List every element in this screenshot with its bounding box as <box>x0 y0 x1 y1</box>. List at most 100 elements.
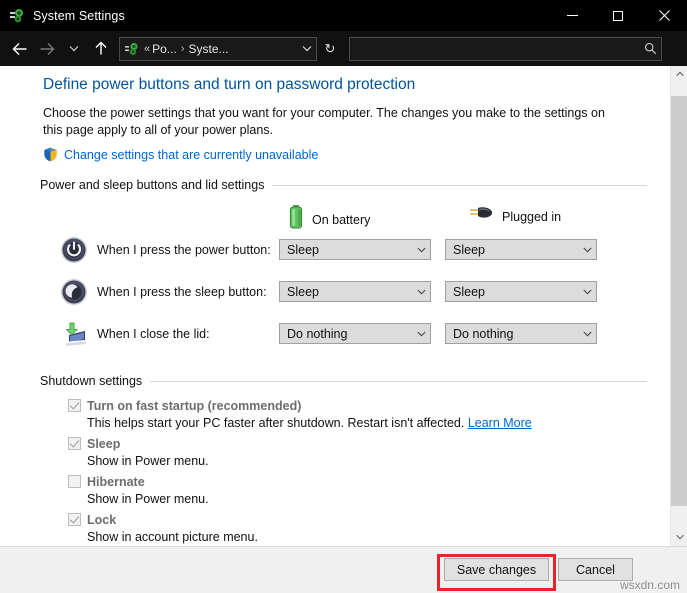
breadcrumb-separator: › <box>180 42 185 55</box>
chevron-down-icon <box>412 247 430 253</box>
setting-row-close-lid: When I close the lid: Do nothing Do noth… <box>0 316 663 358</box>
forward-arrow-icon <box>39 42 55 56</box>
setting-row-sleep-button: When I press the sleep button: Sleep Sle… <box>0 274 663 316</box>
power-button-plugged-in-value: Sleep <box>453 242 485 257</box>
sleep-description: Show in Power menu. <box>87 454 209 468</box>
power-button-icon <box>60 236 88 264</box>
minimize-button[interactable] <box>549 0 595 31</box>
uac-shield-icon <box>43 147 58 162</box>
chevron-down-icon <box>578 289 596 295</box>
content-area: Define power buttons and turn on passwor… <box>0 66 687 546</box>
setting-label-sleep-button: When I press the sleep button: <box>97 285 267 299</box>
recent-locations-button[interactable] <box>60 34 87 64</box>
chevron-down-icon <box>412 331 430 337</box>
window-title: System Settings <box>33 8 125 23</box>
chevron-down-icon <box>578 331 596 337</box>
hibernate-description: Show in Power menu. <box>87 492 209 506</box>
sleep-label: Sleep <box>87 436 121 451</box>
system-settings-icon <box>9 8 25 24</box>
hibernate-checkbox[interactable] <box>68 475 81 488</box>
system-settings-window: System Settings « Po... › Syste... ↻ Def… <box>0 0 687 593</box>
column-headers: On battery Plugged in <box>0 204 663 232</box>
power-section-heading: Power and sleep buttons and lid settings <box>40 178 647 192</box>
battery-icon <box>288 204 304 235</box>
power-plug-icon <box>468 204 494 229</box>
learn-more-link[interactable]: Learn More <box>468 416 532 430</box>
section-divider <box>150 380 647 382</box>
sleep-button-plugged-in-select[interactable]: Sleep <box>445 281 597 302</box>
lock-label: Lock <box>87 512 117 527</box>
chevron-down-icon <box>69 45 79 52</box>
minimize-icon <box>566 15 578 16</box>
setting-row-power-button: When I press the power button: Sleep Sle… <box>0 232 663 274</box>
fast-startup-description-text: This helps start your PC faster after sh… <box>87 416 465 430</box>
maximize-icon <box>613 10 623 21</box>
close-lid-plugged-in-select[interactable]: Do nothing <box>445 323 597 344</box>
footer-bar: Save changes Cancel wsxdn.com <box>0 546 687 593</box>
address-bar-icon <box>124 41 140 57</box>
hibernate-label: Hibernate <box>87 474 145 489</box>
window-controls <box>549 0 687 31</box>
maximize-button[interactable] <box>595 0 641 31</box>
breadcrumb-item-power-options[interactable]: Po... <box>152 42 177 56</box>
power-section-heading-label: Power and sleep buttons and lid settings <box>40 178 265 192</box>
save-changes-button[interactable]: Save changes <box>444 558 549 581</box>
page-description: Choose the power settings that you want … <box>43 106 605 137</box>
refresh-icon: ↻ <box>324 40 336 56</box>
close-icon <box>658 10 670 21</box>
close-lid-icon <box>60 320 88 348</box>
close-lid-on-battery-value: Do nothing <box>287 326 348 341</box>
shutdown-section-heading-label: Shutdown settings <box>40 374 143 388</box>
title-bar: System Settings <box>0 0 687 31</box>
change-settings-link[interactable]: Change settings that are currently unava… <box>64 148 318 162</box>
sleep-button-plugged-in-value: Sleep <box>453 284 485 299</box>
power-button-plugged-in-select[interactable]: Sleep <box>445 239 597 260</box>
close-button[interactable] <box>641 0 687 31</box>
refresh-button[interactable]: ↻ <box>317 37 343 61</box>
scrollbar-thumb[interactable] <box>671 96 687 506</box>
power-button-on-battery-value: Sleep <box>287 242 319 257</box>
lock-checkbox[interactable] <box>68 513 81 526</box>
breadcrumb-overflow[interactable]: « <box>144 43 150 55</box>
chevron-up-icon <box>675 70 684 79</box>
column-header-on-battery-label: On battery <box>312 212 371 227</box>
address-dropdown-icon[interactable] <box>302 38 312 60</box>
breadcrumb-item-system-settings[interactable]: Syste... <box>188 42 228 56</box>
fast-startup-checkbox[interactable] <box>68 399 81 412</box>
search-icon <box>639 42 661 55</box>
power-button-on-battery-select[interactable]: Sleep <box>279 239 431 260</box>
change-settings-row[interactable]: Change settings that are currently unava… <box>43 147 663 162</box>
back-button[interactable] <box>6 34 33 64</box>
navigation-bar: « Po... › Syste... ↻ <box>0 31 687 66</box>
search-box[interactable] <box>349 36 662 61</box>
fast-startup-label: Turn on fast startup (recommended) <box>87 398 302 413</box>
scroll-down-button[interactable] <box>671 529 687 546</box>
address-bar[interactable]: « Po... › Syste... <box>119 36 317 61</box>
page-title: Define power buttons and turn on passwor… <box>43 76 416 93</box>
column-header-plugged-in-label: Plugged in <box>502 209 562 224</box>
close-lid-plugged-in-value: Do nothing <box>453 326 514 341</box>
sleep-button-on-battery-value: Sleep <box>287 284 319 299</box>
checkbox-item-lock: Lock Show in account picture menu. <box>68 511 663 544</box>
forward-button[interactable] <box>33 34 60 64</box>
setting-label-close-lid: When I close the lid: <box>97 327 210 341</box>
up-arrow-icon <box>94 41 108 56</box>
lock-description: Show in account picture menu. <box>87 530 258 544</box>
section-divider <box>272 184 647 186</box>
sleep-moon-icon <box>60 278 88 306</box>
search-input[interactable] <box>350 37 639 60</box>
chevron-down-icon <box>412 289 430 295</box>
chevron-down-icon <box>578 247 596 253</box>
shutdown-section-heading: Shutdown settings <box>40 374 647 388</box>
vertical-scrollbar[interactable] <box>670 66 687 546</box>
up-button[interactable] <box>87 34 114 64</box>
checkbox-item-fast-startup: Turn on fast startup (recommended) This … <box>68 397 663 430</box>
scroll-up-button[interactable] <box>671 66 687 83</box>
watermark: wsxdn.com <box>619 578 680 592</box>
checkbox-item-sleep: Sleep Show in Power menu. <box>68 435 663 468</box>
sleep-button-on-battery-select[interactable]: Sleep <box>279 281 431 302</box>
setting-label-power-button: When I press the power button: <box>97 243 271 257</box>
close-lid-on-battery-select[interactable]: Do nothing <box>279 323 431 344</box>
sleep-checkbox[interactable] <box>68 437 81 450</box>
column-header-plugged-in: Plugged in <box>468 204 561 229</box>
